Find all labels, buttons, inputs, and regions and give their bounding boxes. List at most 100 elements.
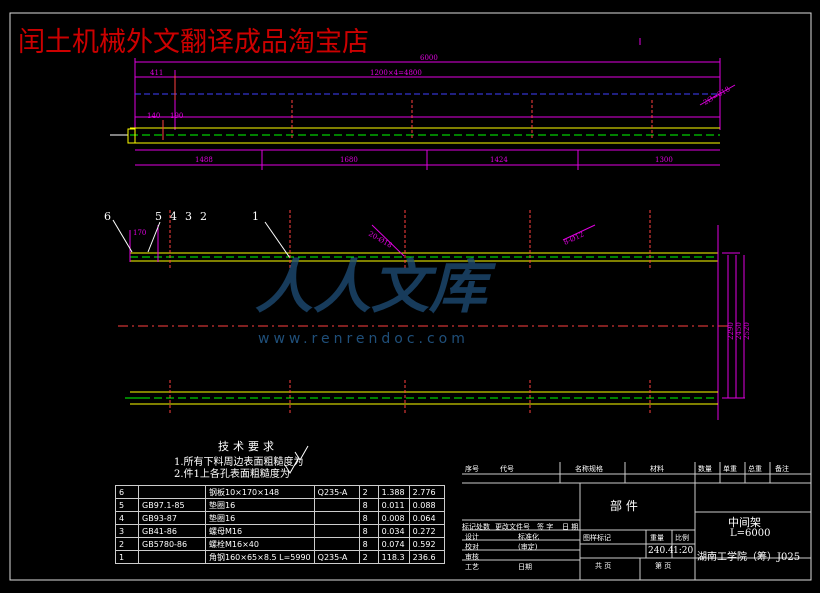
bom-cell-no: 1 xyxy=(115,550,139,564)
balloon-4: 4 xyxy=(170,210,177,223)
bom-cell-code: GB93-87 xyxy=(138,511,206,525)
hdr-code: 代号 xyxy=(500,465,514,473)
scale-value: 1:20 xyxy=(673,546,694,556)
bom-cell-no: 4 xyxy=(115,511,139,525)
bom-cell-qty: 2 xyxy=(358,550,379,564)
balloon-2: 2 xyxy=(200,210,207,223)
bom-cell-w2: 236.6 xyxy=(408,550,445,564)
bom-cell-no: 6 xyxy=(115,485,139,499)
hdr-unit-weight: 单重 xyxy=(723,465,737,473)
dim-seg1: 1488 xyxy=(195,156,213,164)
dim-small-a: 140 xyxy=(147,112,160,120)
bom-cell-qty: 8 xyxy=(358,511,379,525)
standard-label: 标准化 xyxy=(518,533,539,541)
weight-value: 240.4 xyxy=(648,546,674,556)
bom-cell-w2: 0.592 xyxy=(408,537,445,551)
bom-cell-name: 垫圈16 xyxy=(205,498,315,512)
bom-row: 4 GB93-87 垫圈16 8 0.008 0.064 xyxy=(115,511,445,525)
school-name: 湖南工学院（筹）J025 xyxy=(697,552,801,563)
dim-170: 170 xyxy=(133,229,146,237)
hdr-no: 序号 xyxy=(465,465,479,473)
bom-cell-code xyxy=(138,550,206,564)
bom-cell-w2: 0.088 xyxy=(408,498,445,512)
scale-label: 比例 xyxy=(675,534,689,542)
bom-cell-qty: 8 xyxy=(358,537,379,551)
bom-cell-code: GB5780-86 xyxy=(138,537,206,551)
bom-row: 3 GB41-86 螺母M16 8 0.034 0.272 xyxy=(115,524,445,538)
bom-cell-w1: 0.074 xyxy=(377,537,410,551)
rev-file: 更改文件号 xyxy=(495,523,530,531)
balloon-5: 5 xyxy=(155,210,162,223)
site-logo-watermark: 人人文库 xyxy=(255,253,488,321)
bom-cell-name: 垫圈16 xyxy=(205,511,315,525)
balloon-1: 1 xyxy=(252,210,259,223)
bom-cell-mat xyxy=(313,498,360,512)
shop-watermark: 闰土机械外文翻译成品淘宝店 xyxy=(18,27,369,58)
bom-cell-w1: 1.388 xyxy=(377,485,410,499)
bom-cell-w2: 0.064 xyxy=(408,511,445,525)
date-label: 日期 xyxy=(518,563,532,571)
dim-spacing: 1200×4=4800 xyxy=(370,69,422,77)
hdr-material: 材料 xyxy=(650,465,664,473)
dim-hole-mid2: 8-Ø12 xyxy=(562,230,585,246)
bom-cell-w2: 2.776 xyxy=(408,485,445,499)
dim-seg2: 1680 xyxy=(340,156,358,164)
bom-cell-w2: 0.272 xyxy=(408,524,445,538)
check-label: 校对 xyxy=(465,543,479,551)
bill-of-materials: 6 钢板10×170×148 Q235-A 2 1.388 2.776 5 GB97.1-85… xyxy=(115,485,445,564)
rev-mark: 标记处数 xyxy=(462,523,490,531)
dim-seg4: 1300 xyxy=(655,156,673,164)
part-balloons: 6 5 4 3 2 1 xyxy=(104,210,259,223)
tech-requirements-title: 技术要求 xyxy=(218,440,278,453)
dim-v2: 2450 xyxy=(735,322,743,340)
dim-v3: 2520 xyxy=(743,322,751,340)
bom-cell-w1: 118.3 xyxy=(377,550,410,564)
bom-cell-qty: 2 xyxy=(358,485,379,499)
dim-v1: 2290 xyxy=(727,322,735,340)
bom-cell-mat xyxy=(313,511,360,525)
balloon-6: 6 xyxy=(104,210,111,223)
drawing-length: L=6000 xyxy=(730,528,771,539)
bom-cell-mat xyxy=(313,537,360,551)
rev-date: 日 期 xyxy=(562,523,579,531)
bom-cell-code xyxy=(138,485,206,499)
bom-cell-mat: Q235-A xyxy=(313,550,360,564)
sheet-number: 第 页 xyxy=(655,562,672,570)
bom-cell-no: 2 xyxy=(115,537,139,551)
bom-cell-name: 螺母M16 xyxy=(205,524,315,538)
hdr-qty: 数量 xyxy=(698,465,712,473)
bom-cell-mat: Q235-A xyxy=(313,485,360,499)
bom-row: 5 GB97.1-85 垫圈16 8 0.011 0.088 xyxy=(115,498,445,512)
review-label: 审核 xyxy=(465,553,479,561)
balloon-3: 3 xyxy=(185,210,192,223)
weight-label: 重量 xyxy=(650,534,664,542)
side-view-bottom-rail xyxy=(125,380,718,415)
bom-row: 2 GB5780-86 螺栓M16×40 8 0.074 0.592 xyxy=(115,537,445,551)
bom-cell-mat xyxy=(313,524,360,538)
dim-hole-top: 2Ø=018 xyxy=(702,85,731,107)
bom-cell-qty: 8 xyxy=(358,498,379,512)
design-label: 设计 xyxy=(465,533,479,541)
bom-cell-name: 角钢160×65×8.5 L=5990 xyxy=(205,550,315,564)
dim-seg3: 1424 xyxy=(490,156,508,164)
sheets-total: 共 页 xyxy=(595,562,612,570)
bom-cell-qty: 8 xyxy=(358,524,379,538)
dim-left-offset: 411 xyxy=(150,69,163,77)
bom-cell-w1: 0.034 xyxy=(377,524,410,538)
bom-cell-code: GB41-86 xyxy=(138,524,206,538)
bom-cell-name: 螺栓M16×40 xyxy=(205,537,315,551)
bom-row: 6 钢板10×170×148 Q235-A 2 1.388 2.776 xyxy=(115,485,445,499)
bom-cell-code: GB97.1-85 xyxy=(138,498,206,512)
part-label: 部 件 xyxy=(610,499,638,513)
site-url-watermark: www.renrendoc.com xyxy=(258,331,469,347)
bom-cell-w1: 0.008 xyxy=(377,511,410,525)
bom-row: 1 角钢160×65×8.5 L=5990 Q235-A 2 118.3 236.6 xyxy=(115,550,445,564)
bom-cell-name: 钢板10×170×148 xyxy=(205,485,315,499)
process-label: 工艺 xyxy=(465,563,479,571)
bom-cell-no: 3 xyxy=(115,524,139,538)
hdr-remarks: 备注 xyxy=(775,465,789,473)
approve-label: (审定) xyxy=(518,543,538,551)
rev-sign: 签 字 xyxy=(537,523,554,531)
tech-requirement-2: 2.件1上各孔表面粗糙度为 xyxy=(174,469,290,480)
hdr-total-weight: 总重 xyxy=(748,465,762,473)
